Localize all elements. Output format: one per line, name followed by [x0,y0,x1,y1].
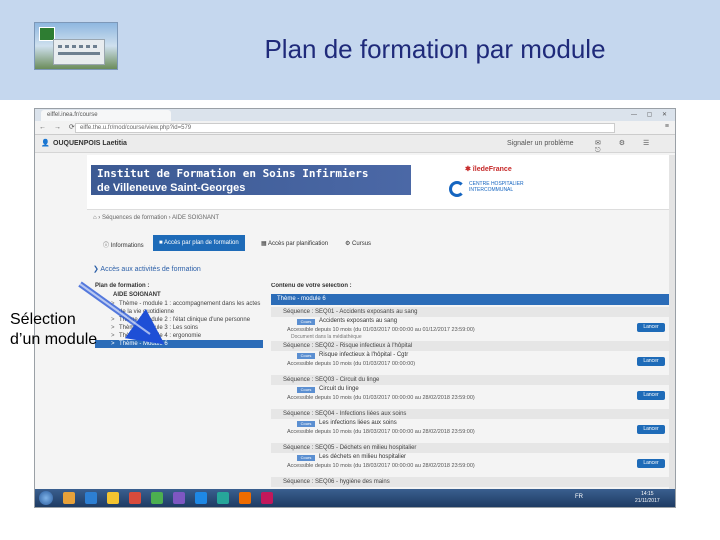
resource-row: Cours Accidents exposants au sang Access… [271,317,669,340]
sequence-header: Séquence : SEQ03 - Circuit du linge [271,375,669,385]
taskbar-app-icon[interactable] [195,492,207,504]
sequence-header: Séquence : SEQ01 - Accidents exposants a… [271,307,669,317]
training-plan-heading: Plan de formation : [95,283,150,289]
resource-name[interactable]: Les déchets en milieu hospitalier [319,454,406,460]
tab-cursus[interactable]: ⚙ Cursus [339,235,377,251]
sequence-header: Séquence : SEQ06 - hygiène des mains [271,477,669,487]
resource-dates: Accessible depuis 10 mois (du 01/03/2017… [287,361,416,367]
resource-name[interactable]: Accidents exposants au sang [319,318,397,324]
site-banner: Institut de Formation en Soins Infirmier… [87,155,675,210]
selection-callout: Sélection d’un module [10,310,97,350]
user-icon: 👤 [41,140,50,147]
start-button[interactable] [39,491,53,505]
resource-type-badge: Cours [297,319,315,325]
hospital-logo: CENTRE HOSPITALIER INTERCOMMUNAL [449,179,529,201]
page-tabs: ⓘ Informations ■ Accès par plan de forma… [93,235,673,251]
user-tools-icons[interactable]: ✉ ⚙ ☰ ⎋ [595,139,675,155]
launch-button[interactable]: Lancer [637,357,665,366]
resource-dates: Accessible depuis 10 mois (du 01/03/2017… [287,327,475,333]
resource-row: Cours Circuit du linge Accessible depuis… [271,385,669,407]
os-taskbar: FR 14:15 21/11/2017 [35,489,675,507]
taskbar-app-icon[interactable] [63,492,75,504]
tab-planification[interactable]: ▦ Accès par planification [255,235,334,251]
module-item[interactable]: Thème - module 4 : ergonomie [95,332,263,340]
clock-time: 14:15 [641,491,654,497]
taskbar-app-icon[interactable] [129,492,141,504]
resource-type-badge: Cours [297,455,315,461]
taskbar-app-icon[interactable] [85,492,97,504]
callout-line-2: d’un module [10,331,98,348]
banner-line-1: Institut de Formation en Soins Infirmier… [97,167,369,180]
module-item[interactable]: Thème - module 3 : Les soins [95,324,263,332]
resource-type-badge: Cours [297,353,315,359]
language-indicator[interactable]: FR [575,494,583,500]
banner-line-2: de Villeneuve Saint-Georges [97,182,246,194]
resource-dates: Accessible depuis 10 mois (du 18/03/2017… [287,429,475,435]
clock-date: 21/11/2017 [635,498,660,504]
module-item[interactable]: Thème - Module 2 : l'état clinique d'une… [95,316,263,324]
region-logo: ✱ îledeFrance [465,166,512,173]
launch-button[interactable]: Lancer [637,323,665,332]
tab-plan-formation[interactable]: ■ Accès par plan de formation [153,235,245,251]
resource-row: Cours Les déchets en milieu hospitalier … [271,453,669,475]
resource-dates: Accessible depuis 10 mois (du 01/03/2017… [287,395,475,401]
taskbar-app-icon[interactable] [151,492,163,504]
browser-tab[interactable]: eiffel.inea.fr/course [41,110,171,121]
browser-screenshot: eiffel.inea.fr/course — ▢ ✕ ← → ⟳ eiffe.… [34,108,676,508]
resource-dates: Accessible depuis 10 mois (du 18/03/2017… [287,463,475,469]
launch-button[interactable]: Lancer [637,425,665,434]
module-item[interactable]: Thème - module 1 : accompagnement dans l… [95,300,263,316]
resource-row: Cours Risque infectieux à l'hôpital - Cg… [271,351,669,373]
url-input[interactable]: eiffe.the.u.fr/mod/course/view.php?id=57… [75,123,615,133]
training-plan-root[interactable]: AIDE SOIGNANT [95,292,263,298]
sequence-header: Séquence : SEQ02 - Risque infectieux à l… [271,341,669,351]
resource-name[interactable]: Circuit du linge [319,386,359,392]
taskbar-app-icon[interactable] [217,492,229,504]
selection-content-panel: Contenu de votre sélection : Thème - mod… [271,283,669,507]
resource-type-badge: Cours [297,421,315,427]
user-name[interactable]: OUQUENPOIS Laetitia [53,140,127,147]
taskbar-app-icon[interactable] [239,492,251,504]
resource-row: Cours Les infections liées aux soins Acc… [271,419,669,441]
page-scrollbar[interactable] [669,155,675,491]
module-item-selected[interactable]: Thème - Module 6 [95,340,263,348]
slide: Plan de formation par module eiffel.inea… [0,0,720,540]
browser-tabbar: eiffel.inea.fr/course — ▢ ✕ [35,109,675,121]
training-plan-panel: Plan de formation : AIDE SOIGNANT Thème … [95,283,263,503]
theme-header: Thème - module 6 [271,294,669,305]
address-bar: ← → ⟳ eiffe.the.u.fr/mod/course/view.php… [35,121,675,135]
taskbar-clock[interactable]: 14:15 21/11/2017 [635,491,660,505]
tab-informations[interactable]: ⓘ Informations [97,235,150,251]
hospital-logo-icon [449,181,465,197]
slide-title: Plan de formation par module [264,34,606,64]
selection-heading: Contenu de votre sélection : [271,283,352,289]
sequence-header: Séquence : SEQ05 - Déchets en milieu hos… [271,443,669,453]
header-band: Plan de formation par module [0,0,720,100]
breadcrumb[interactable]: ⌂ › Séquences de formation › AIDE SOIGNA… [93,215,219,221]
resource-type-badge: Cours [297,387,315,393]
launch-button[interactable]: Lancer [637,459,665,468]
sequence-header: Séquence : SEQ04 - Infections liées aux … [271,409,669,419]
report-problem-link[interactable]: Signaler un problème [507,140,574,147]
user-bar: 👤 OUQUENPOIS Laetitia Signaler un problè… [35,135,675,155]
taskbar-app-icon[interactable] [173,492,185,504]
resource-name[interactable]: Les infections liées aux soins [319,420,397,426]
access-activities-link[interactable]: ❯ Accès aux activités de formation [93,265,201,273]
browser-menu-icon[interactable]: ≡ [665,123,669,130]
callout-line-1: Sélection [10,311,76,328]
launch-button[interactable]: Lancer [637,391,665,400]
taskbar-app-icon[interactable] [261,492,273,504]
banner-title: Institut de Formation en Soins Infirmier… [91,165,411,195]
building-icon [53,39,105,65]
nav-arrows-icon[interactable]: ← → ⟳ [39,123,78,131]
window-controls[interactable]: — ▢ ✕ [631,111,671,118]
hospital-logo-text: CENTRE HOSPITALIER INTERCOMMUNAL [469,181,524,193]
taskbar-app-icon[interactable] [107,492,119,504]
institute-logo [34,22,118,70]
resource-doc-link[interactable]: Document dans la médiathèque [291,334,362,340]
resource-name[interactable]: Risque infectieux à l'hôpital - Cgtr [319,352,408,358]
